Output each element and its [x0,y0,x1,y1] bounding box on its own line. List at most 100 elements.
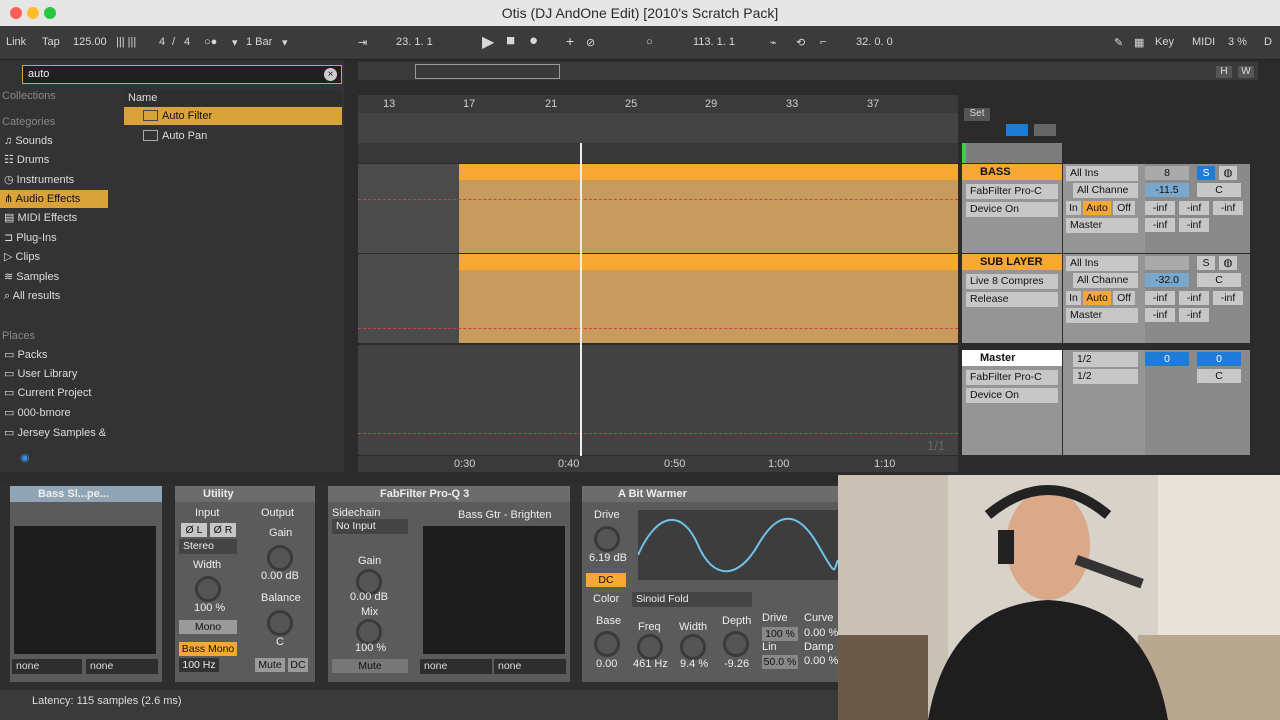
input-type-select[interactable]: All Ins [1066,256,1138,271]
search-input[interactable]: auto [22,65,342,84]
overdub-icon[interactable]: ○● [204,36,217,48]
device-title[interactable]: FabFilter Pro-Q 3 [328,486,570,502]
device-title[interactable]: Utility [175,486,315,502]
sub-layer-clip[interactable] [459,270,958,343]
automation-arm-icon[interactable]: ⊘ [586,36,595,49]
mute-button[interactable]: Mute [332,659,408,673]
tempo-field[interactable]: 125.00 [73,36,107,48]
macro-select[interactable]: none [86,659,158,674]
hotswap-button[interactable]: H [1216,66,1232,78]
midi-map-button[interactable]: MIDI [1192,36,1215,48]
set-locator-button[interactable]: Set [964,108,990,121]
macro-select[interactable]: none [494,659,566,674]
category-sounds[interactable]: ♫ Sounds [4,132,53,150]
pan-field[interactable]: C [1197,273,1241,287]
mute-button[interactable]: Mute [255,658,285,672]
track-number[interactable] [1145,256,1189,270]
window-button[interactable]: W [1238,66,1254,78]
chevron-down-icon[interactable]: ▾ [282,36,288,49]
link-button[interactable]: Link [6,36,26,48]
keyboard-icon[interactable]: ▦ [1134,36,1144,49]
parameter-chooser[interactable]: Release [966,292,1058,307]
clear-search-icon[interactable]: × [324,68,337,81]
category-drums[interactable]: ☷ Drums [4,151,49,169]
macro-select[interactable]: none [420,659,492,674]
playhead[interactable] [580,143,582,456]
input-channel-select[interactable]: All Channe [1073,273,1138,288]
send-c[interactable]: -inf [1213,201,1243,215]
input-channel-select[interactable]: All Channe [1073,183,1138,198]
metronome-icon[interactable]: ||| ||| [116,36,136,48]
loop-start[interactable]: 113. 1. 1 [693,36,735,48]
damp-value[interactable]: 0.00 % [804,655,838,667]
loop-icon[interactable]: ⟲ [796,36,805,49]
chevron-down-icon[interactable]: ▾ [232,36,238,49]
beat-ruler[interactable]: 13 17 21 25 29 33 37 [358,95,958,113]
monitor-off[interactable]: Off [1113,291,1135,305]
rack-chain-area[interactable] [14,526,156,654]
preset-name[interactable]: Bass Gtr - Brighten [458,509,552,521]
category-midi-effects[interactable]: ▤ MIDI Effects [4,209,77,227]
output-select[interactable]: Master [1066,218,1138,233]
fabfilter-pro-q3-device[interactable]: FabFilter Pro-Q 3 Sidechain No Input Gai… [328,486,570,682]
send-d[interactable]: -inf [1145,218,1175,232]
depth-knob[interactable] [723,631,749,657]
monitor-auto[interactable]: Auto [1083,291,1111,305]
input-type-select[interactable]: All Ins [1066,166,1138,181]
sig-denominator[interactable]: 4 [184,36,190,48]
info-icon[interactable]: ◉ [20,451,38,467]
channel-mode-select[interactable]: Stereo [179,539,237,554]
balance-knob[interactable] [267,610,293,636]
volume-field[interactable]: -11.5 [1145,183,1189,197]
pan-field[interactable]: C [1197,369,1241,383]
device-chooser[interactable]: FabFilter Pro-C [966,370,1058,385]
lin-field[interactable]: 50.0 % [762,655,798,669]
send-c[interactable]: -inf [1213,291,1243,305]
drive-knob[interactable] [594,526,620,552]
track-name[interactable]: SUB LAYER [962,254,1062,270]
master-automation-lane[interactable] [358,143,958,163]
category-audio-effects[interactable]: ⋔ Audio Effects [0,190,108,208]
follow-icon[interactable]: ⇥ [358,36,367,49]
bass-mono-freq[interactable]: 100 Hz [179,658,219,672]
send-a[interactable]: -inf [1145,291,1175,305]
lock-icon[interactable] [1034,124,1056,136]
place-current-project[interactable]: ▭ Current Project [4,384,91,402]
sub-layer-track-header[interactable]: SUB LAYER Live 8 Compres Release [962,254,1062,343]
cue-out-select[interactable]: 1/2 [1073,352,1138,367]
stop-icon[interactable]: ■ [506,32,515,49]
bass-clip[interactable] [459,180,958,253]
category-clips[interactable]: ▷ Clips [4,248,40,266]
locator-lane[interactable] [358,113,958,143]
master-volume[interactable]: 0 [1197,352,1241,366]
category-samples[interactable]: ≋ Samples [4,268,59,286]
punch-in-icon[interactable]: ⌁ [770,36,777,49]
width-knob[interactable] [195,576,221,602]
color-label[interactable]: Color [593,593,619,605]
punch-icon[interactable]: ○ [646,36,653,48]
chain-area[interactable] [423,526,565,654]
mode-select[interactable]: Sinoid Fold [632,592,752,607]
sidechain-select[interactable]: No Input [332,519,408,534]
bass-clip-header[interactable] [459,164,958,180]
time-ruler[interactable]: 0:30 0:40 0:50 1:00 1:10 [358,456,958,472]
place-user-library[interactable]: ▭ User Library [4,365,77,383]
arm-icon[interactable]: ◍ [1219,166,1237,180]
minimize-window-button[interactable] [27,7,39,19]
monitor-auto[interactable]: Auto [1083,201,1111,215]
master-track-lane[interactable] [358,345,958,455]
phase-right-button[interactable]: Ø R [210,523,236,537]
device-chooser[interactable]: Live 8 Compres [966,274,1058,289]
device-title[interactable]: Bass Sl...pe... [10,486,162,502]
bass-rack-device[interactable]: Bass Sl...pe... none none [10,486,162,682]
solo-button[interactable]: S [1197,256,1215,270]
monitor-in[interactable]: In [1066,201,1081,215]
arm-icon[interactable]: ◍ [1219,256,1237,270]
utility-device[interactable]: Utility Input Output Ø L Ø R Stereo Gain… [175,486,315,682]
follow-toggle[interactable] [1006,124,1028,136]
dc-button[interactable]: DC [586,573,626,587]
add-icon[interactable]: + [566,33,574,49]
monitor-off[interactable]: Off [1113,201,1135,215]
automation-line[interactable] [358,199,958,200]
loop-length[interactable]: 32. 0. 0 [856,36,893,48]
